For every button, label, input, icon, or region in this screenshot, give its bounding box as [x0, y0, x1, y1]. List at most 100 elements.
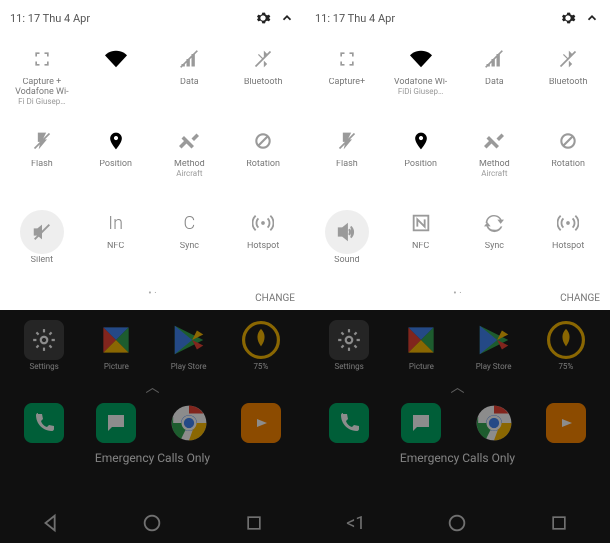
bluetooth-icon	[555, 46, 581, 72]
nav-home-circle[interactable]	[137, 508, 167, 538]
qs-tile-data[interactable]: Data	[153, 46, 227, 110]
qs-tile-rotation[interactable]: Rotation	[531, 128, 605, 192]
app-settings[interactable]: Settings	[17, 320, 71, 371]
qs-tile-position[interactable]: Position	[79, 128, 153, 192]
qs-tile-bluetooth[interactable]: Bluetooth	[531, 46, 605, 110]
qs-tile-sync[interactable]: Sync	[458, 210, 532, 274]
app-label: Play Store	[476, 362, 512, 371]
app-label: 75%	[253, 362, 268, 371]
dock-music[interactable]	[539, 403, 593, 443]
collapse-icon[interactable]	[584, 10, 600, 26]
qs-tile-method[interactable]: Method Aircraft	[153, 128, 227, 192]
app-drawer-caret[interactable]: ︿	[305, 377, 610, 397]
qs-tile-bluetooth[interactable]: Bluetooth	[226, 46, 300, 110]
tools-icon	[481, 128, 507, 154]
nav-home-circle[interactable]	[442, 508, 472, 538]
qs-tile-nfc[interactable]: In NFC	[79, 210, 153, 274]
tile-label: Sync	[485, 242, 504, 252]
location-icon	[408, 128, 434, 154]
navigation-bar	[0, 503, 305, 543]
quick-settings-panel: 11: 17 Thu 4 Apr Capture+ Vodafone Wi- F…	[305, 0, 610, 310]
app-playstore[interactable]: Play Store	[467, 320, 521, 371]
tile-label: Position	[99, 160, 132, 170]
dock-music[interactable]	[234, 403, 288, 443]
nfc-icon	[408, 210, 434, 236]
tile-sublabel: Aircraft	[481, 170, 507, 179]
app-drawer-caret[interactable]: ︿	[0, 377, 305, 397]
qs-tile-rotation[interactable]: Rotation	[226, 128, 300, 192]
qs-tile-flash[interactable]: Flash	[310, 128, 384, 192]
qs-tile-method[interactable]: Method Aircraft	[458, 128, 532, 192]
qs-tile-hotspot[interactable]: Hotspot	[531, 210, 605, 274]
dock	[305, 403, 610, 443]
app-photos[interactable]: Picture	[89, 320, 143, 371]
tile-label: Bluetooth	[244, 78, 283, 88]
app-photos[interactable]: Picture	[394, 320, 448, 371]
tile-label: Capture + Vodafone Wi-	[8, 78, 76, 98]
hotspot-icon	[555, 210, 581, 236]
app-playstore[interactable]: Play Store	[162, 320, 216, 371]
tile-label: Sync	[180, 242, 199, 252]
sync-icon	[481, 210, 507, 236]
signal-icon	[481, 46, 507, 72]
status-bar: 11: 17 Thu 4 Apr	[0, 0, 305, 36]
qs-tile-nfc[interactable]: NFC	[384, 210, 458, 274]
edit-button[interactable]: CHANGE	[255, 293, 295, 304]
qs-tile-position[interactable]: Position	[384, 128, 458, 192]
tile-label: Position	[404, 160, 437, 170]
signal-icon	[176, 46, 202, 72]
dock-phone[interactable]	[17, 403, 71, 443]
tile-sublabel: FiDi Giusep…	[398, 88, 444, 97]
qs-tile-wifi2[interactable]: Vodafone Wi- FiDi Giusep…	[384, 46, 458, 110]
tile-label: NFC	[412, 242, 429, 252]
dock-messages[interactable]	[394, 403, 448, 443]
app-label: Play Store	[171, 362, 207, 371]
app-row: Settings Picture Play Store 75%	[305, 310, 610, 371]
flash-icon	[29, 128, 55, 154]
qs-tile-sound[interactable]: Sound	[310, 210, 384, 274]
rotation-icon	[555, 128, 581, 154]
qs-tile-data[interactable]: Data	[458, 46, 532, 110]
location-icon	[103, 128, 129, 154]
dock-phone[interactable]	[322, 403, 376, 443]
tile-label: Data	[485, 78, 504, 88]
dock-messages[interactable]	[89, 403, 143, 443]
wifi-icon	[103, 46, 129, 72]
qs-tile-flash[interactable]: Flash	[5, 128, 79, 192]
collapse-icon[interactable]	[279, 10, 295, 26]
app-boost[interactable]: 75%	[539, 320, 593, 371]
status-bar: 11: 17 Thu 4 Apr	[305, 0, 610, 36]
qs-tile-capture-wifi[interactable]: Capture + Vodafone Wi- Fi Di Giusep…	[5, 46, 79, 110]
tile-label: Bluetooth	[549, 78, 588, 88]
qs-tile-silent[interactable]: Silent	[5, 210, 79, 274]
qs-tile-sync[interactable]: C Sync	[153, 210, 227, 274]
app-label: Picture	[409, 362, 434, 371]
app-label: 75%	[558, 362, 573, 371]
nav-back-num[interactable]: <1	[341, 508, 371, 538]
wifi-icon	[408, 46, 434, 72]
qs-tile-wifi[interactable]	[79, 46, 153, 110]
settings-icon[interactable]	[255, 10, 271, 26]
edit-button[interactable]: CHANGE	[560, 293, 600, 304]
tile-sublabel: Aircraft	[176, 170, 202, 179]
tile-label: Method	[479, 160, 510, 170]
nav-recent-square[interactable]	[544, 508, 574, 538]
dock-chrome[interactable]	[162, 403, 216, 443]
settings-icon[interactable]	[560, 10, 576, 26]
rotation-icon	[250, 128, 276, 154]
tile-label: Method	[174, 160, 205, 170]
flash-icon	[334, 128, 360, 154]
nav-recent-square[interactable]	[239, 508, 269, 538]
tile-label: Flash	[336, 160, 358, 170]
tile-label: Hotspot	[247, 242, 279, 252]
speaker-icon	[325, 210, 369, 254]
app-settings[interactable]: Settings	[322, 320, 376, 371]
tile-label: Hotspot	[552, 242, 584, 252]
app-boost[interactable]: 75%	[234, 320, 288, 371]
tile-label: Data	[180, 78, 199, 88]
qs-tile-capture[interactable]: Capture+	[310, 46, 384, 110]
nav-back-tri[interactable]	[36, 508, 66, 538]
tile-label: Flash	[31, 160, 53, 170]
qs-tile-hotspot[interactable]: Hotspot	[226, 210, 300, 274]
dock-chrome[interactable]	[467, 403, 521, 443]
